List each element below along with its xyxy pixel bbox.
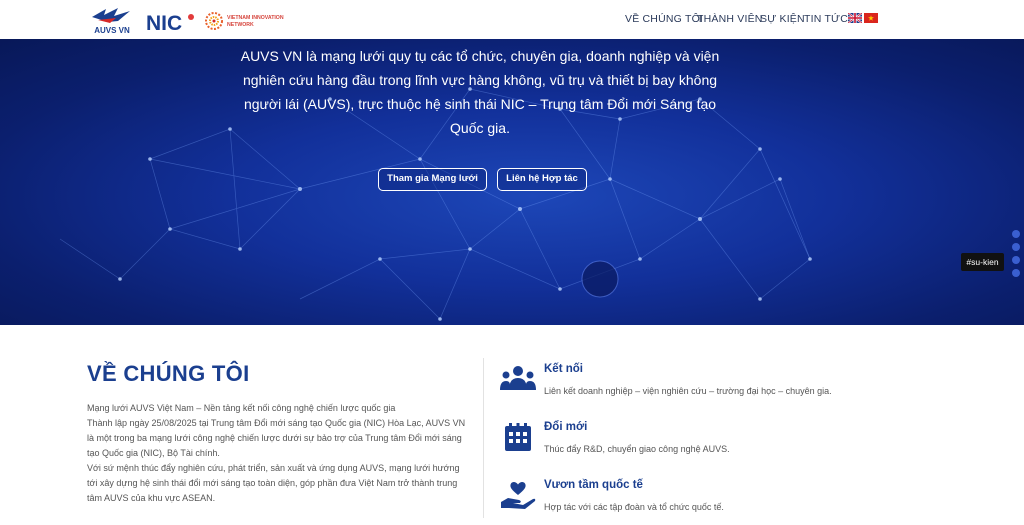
feature-description: Thúc đẩy R&D, chuyển giao công nghệ AUVS…	[544, 444, 730, 454]
vertical-divider	[483, 358, 484, 518]
about-description: Mạng lưới AUVS Việt Nam – Nền tảng kết n…	[87, 401, 467, 506]
auvs-logo[interactable]: AUVS VN	[88, 5, 136, 35]
about-title: VỀ CHÚNG TÔI	[87, 361, 250, 386]
svg-text:AUVS VN: AUVS VN	[94, 26, 130, 35]
svg-text:NETWORK: NETWORK	[227, 22, 254, 28]
feature-description: Liên kết doanh nghiệp – viện nghiên cứu …	[544, 386, 832, 396]
contact-cooperation-button[interactable]: Liên hệ Hợp tác	[497, 168, 587, 191]
svg-text:NIC: NIC	[146, 12, 182, 33]
hero-intro-text: AUVS VN là mạng lưới quy tụ các tổ chức,…	[240, 48, 720, 136]
nav-su-kien[interactable]: SỰ KIỆN	[760, 13, 805, 25]
feature-title: Vươn tầm quốc tế	[544, 479, 643, 491]
nav-ve-chung-toi[interactable]: VỀ CHÚNG TÔI	[625, 13, 703, 25]
uk-flag-icon[interactable]	[848, 13, 862, 23]
feature-title: Kết nối	[544, 363, 583, 375]
su-kien-tag[interactable]: #su-kien	[961, 253, 1004, 271]
people-icon	[500, 366, 536, 390]
scroll-dot[interactable]	[1012, 243, 1020, 251]
nic-logo[interactable]: NIC	[146, 11, 196, 33]
scroll-dot[interactable]	[1012, 256, 1020, 264]
nav-tin-tuc[interactable]: TIN TỨC	[804, 13, 848, 25]
scroll-dot[interactable]	[1012, 269, 1020, 277]
about-paragraph: Với sứ mệnh thúc đẩy nghiên cứu, phát tr…	[87, 463, 460, 503]
feature-title: Đổi mới	[544, 421, 588, 433]
site-header: AUVS VN NIC VIETNAM INNOVATION NETWORK V…	[0, 0, 1024, 39]
about-paragraph: Mạng lưới AUVS Việt Nam – Nền tảng kết n…	[87, 403, 396, 413]
join-network-button[interactable]: Tham gia Mạng lưới	[378, 168, 487, 191]
building-icon	[505, 423, 531, 451]
hero-banner: AUVS VN là mạng lưới quy tụ các tổ chức,…	[0, 39, 1024, 325]
vn-flag-icon[interactable]	[864, 13, 878, 23]
feature-description: Hợp tác với các tập đoàn và tổ chức quốc…	[544, 502, 724, 512]
vin-logo[interactable]: VIETNAM INNOVATION NETWORK	[204, 10, 294, 32]
svg-text:VIETNAM INNOVATION: VIETNAM INNOVATION	[227, 15, 284, 21]
about-paragraph: Thành lập ngày 25/08/2025 tại Trung tâm …	[87, 418, 466, 458]
hand-heart-icon	[501, 482, 536, 509]
nav-thanh-vien[interactable]: THÀNH VIÊN	[697, 13, 763, 25]
scroll-dot[interactable]	[1012, 230, 1020, 238]
